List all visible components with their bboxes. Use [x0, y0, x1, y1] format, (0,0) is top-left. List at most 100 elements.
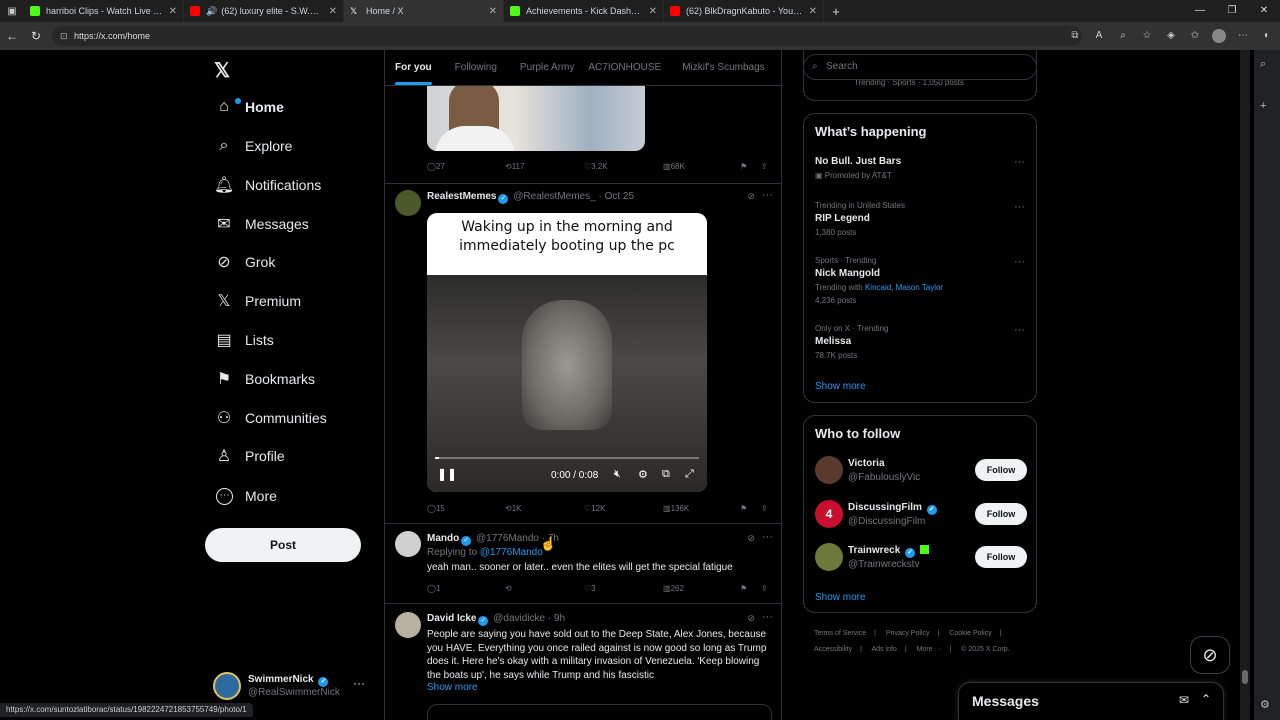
footer-link[interactable]: Terms of Service — [814, 630, 866, 637]
views-icon[interactable]: ▥ 136K — [663, 504, 689, 513]
more-dots-icon[interactable]: ··· — [762, 189, 773, 201]
more-dots-icon[interactable]: ··· — [1014, 201, 1025, 213]
mute-icon[interactable]: 🔇︎ — [614, 468, 621, 481]
close-tab-icon[interactable]: ✕ — [649, 6, 657, 17]
avatar[interactable]: 4 — [815, 500, 843, 528]
nav-bookmarks[interactable]: ⚑ Bookmarks — [213, 364, 315, 394]
grok-explain-icon[interactable]: ⊘ — [747, 533, 755, 544]
read-aloud-icon[interactable]: A — [1092, 26, 1106, 46]
follow-suggestion[interactable]: Trainwreck ✓ @Trainwreckstv Follow — [815, 543, 1027, 573]
add-icon[interactable]: + — [1260, 100, 1266, 112]
fullscreen-icon[interactable]: ⤢ — [685, 468, 694, 481]
search-input[interactable]: ⌕ Search — [803, 54, 1037, 80]
follow-button[interactable]: Follow — [975, 546, 1027, 568]
follow-button[interactable]: Follow — [975, 459, 1027, 481]
more-dots-icon[interactable]: ··· — [1014, 156, 1025, 168]
search-icon[interactable]: ⌕ — [1260, 58, 1266, 71]
copilot-icon[interactable]: ◐ — [1260, 26, 1274, 46]
close-tab-icon[interactable]: ✕ — [169, 6, 177, 17]
messages-drawer[interactable]: Messages ✉ ⌃ — [958, 682, 1224, 720]
footer-link[interactable]: Privacy Policy — [886, 630, 930, 637]
minimize-icon[interactable]: — — [1184, 0, 1216, 22]
grok-explain-icon[interactable]: ⊘ — [747, 191, 755, 202]
reply-icon[interactable]: ◯ 15 — [427, 504, 445, 513]
tab-mizkifs-scumbags[interactable]: Mizkif's Scumbags — [682, 62, 765, 73]
address-bar[interactable]: ⊡ https://x.com/home — [52, 26, 1082, 46]
bookmark-icon[interactable]: ⚑ — [740, 162, 747, 171]
extensions-icon[interactable]: ◈ — [1164, 26, 1178, 46]
settings-more-icon[interactable]: ⋯ — [1236, 26, 1250, 46]
progress-track[interactable] — [435, 457, 699, 459]
zoom-icon[interactable]: ⌕ — [1116, 26, 1130, 46]
pip-icon[interactable]: ⧉ — [662, 468, 670, 481]
profile-avatar-icon[interactable] — [1212, 29, 1226, 43]
more-dots-icon[interactable]: ··· — [762, 611, 773, 623]
avatar[interactable] — [395, 612, 421, 638]
video-player[interactable]: Waking up in the morning and immediately… — [427, 213, 707, 492]
nav-notifications[interactable]: 🔔︎ Notifications — [213, 170, 321, 200]
views-icon[interactable]: ▥ 262 — [663, 584, 684, 593]
trend-item[interactable]: Only on X · Trending Melissa 78.7K posts… — [815, 324, 1025, 360]
avatar[interactable] — [815, 456, 843, 484]
reply-icon[interactable]: ◯ 1 — [427, 584, 440, 593]
like-icon[interactable]: ♡ 3.2K — [584, 162, 608, 171]
site-info-icon[interactable]: ⊡ — [60, 26, 68, 46]
settings-icon[interactable]: ⚙ — [638, 468, 648, 481]
footer-link[interactable]: Accessibility — [814, 646, 852, 653]
tweet[interactable]: RealestMemes ✓ @RealestMemes_ · Oct 25 ⊘ … — [385, 184, 781, 524]
tab-actions-icon[interactable]: ▣ — [0, 6, 24, 17]
tab-following[interactable]: Following — [455, 62, 497, 73]
browser-tab-kick-clips[interactable]: harriboi Clips - Watch Live on Kick✕ — [24, 0, 184, 22]
nav-lists[interactable]: ▤ Lists — [213, 325, 273, 355]
post-button[interactable]: Post — [205, 528, 361, 562]
settings-icon[interactable]: ⚙ — [1260, 698, 1270, 711]
follow-suggestion[interactable]: Victoria @FabulouslyVic Follow — [815, 456, 1027, 486]
tweet[interactable]: David Icke ✓ @davidicke · 9h ⊘ ··· People… — [385, 604, 781, 720]
chevron-up-icon[interactable]: ⌃ — [1201, 692, 1211, 706]
views-icon[interactable]: ▥ 68K — [663, 162, 685, 171]
browser-tab-x-home[interactable]: 𝕏 Home / X ✕ — [344, 0, 504, 22]
close-tab-icon[interactable]: ✕ — [329, 6, 337, 17]
grok-button[interactable]: ⊘ — [1190, 636, 1230, 674]
follow-suggestion[interactable]: 4 DiscussingFilm ✓ @DiscussingFilm Follo… — [815, 500, 1027, 530]
tab-for-you[interactable]: For you — [395, 62, 432, 85]
browser-tab-youtube[interactable]: (62) BlkDragnKabuto - YouTube ✕ — [664, 0, 824, 22]
tab-purple-army[interactable]: Purple Army — [520, 62, 574, 73]
new-message-icon[interactable]: ✉ — [1179, 693, 1189, 707]
x-logo-icon[interactable]: 𝕏 — [214, 58, 230, 83]
refresh-icon[interactable]: ↻ — [24, 29, 48, 43]
show-more-link[interactable]: Show more — [815, 592, 866, 603]
nav-home[interactable]: ⌂ Home — [213, 92, 284, 122]
speaker-icon[interactable]: 🔊 — [206, 6, 217, 17]
avatar[interactable] — [395, 531, 421, 557]
trend-item[interactable]: No Bull. Just Bars ▣ Promoted by AT&T ··… — [815, 156, 1025, 180]
tweet[interactable]: Mando ✓ @1776Mando · 7h ⊘ ··· Replying to… — [385, 524, 781, 604]
tweet-media-preview[interactable] — [427, 704, 772, 720]
more-dots-icon[interactable]: ··· — [762, 531, 773, 543]
favorite-star-icon[interactable]: ☆ — [1140, 26, 1154, 46]
nav-explore[interactable]: ⌕ Explore — [213, 131, 293, 161]
nav-profile[interactable]: ♙ Profile — [213, 441, 285, 471]
new-tab-icon[interactable]: + — [824, 4, 848, 19]
back-icon[interactable]: ← — [0, 29, 24, 43]
close-tab-icon[interactable]: ✕ — [489, 6, 497, 17]
nav-messages[interactable]: ✉ Messages — [213, 209, 309, 239]
avatar[interactable] — [815, 543, 843, 571]
pause-icon[interactable]: ❚❚ — [437, 467, 457, 481]
scrollbar[interactable] — [1240, 50, 1250, 720]
nav-premium[interactable]: 𝕏 Premium — [213, 286, 301, 316]
browser-tab-kick-dashboard[interactable]: Achievements - Kick Dashboard ✕ — [504, 0, 664, 22]
like-icon[interactable]: ♡ 3 — [584, 584, 596, 593]
footer-link[interactable]: Ads info — [872, 646, 897, 653]
tweet-image[interactable] — [427, 86, 645, 151]
app-available-icon[interactable]: ⧉ — [1068, 26, 1082, 46]
nav-grok[interactable]: ⊘ Grok — [213, 247, 275, 277]
like-icon[interactable]: ♡ 12K — [584, 504, 605, 513]
avatar[interactable] — [395, 190, 421, 216]
bookmark-icon[interactable]: ⚑ — [740, 504, 747, 513]
retweet-icon[interactable]: ⟲ 117 — [505, 162, 524, 171]
bookmark-icon[interactable]: ⚑ — [740, 584, 747, 593]
show-more-link[interactable]: Show more — [815, 381, 866, 392]
more-dots-icon[interactable]: ··· — [1014, 256, 1025, 268]
grok-explain-icon[interactable]: ⊘ — [747, 613, 755, 624]
